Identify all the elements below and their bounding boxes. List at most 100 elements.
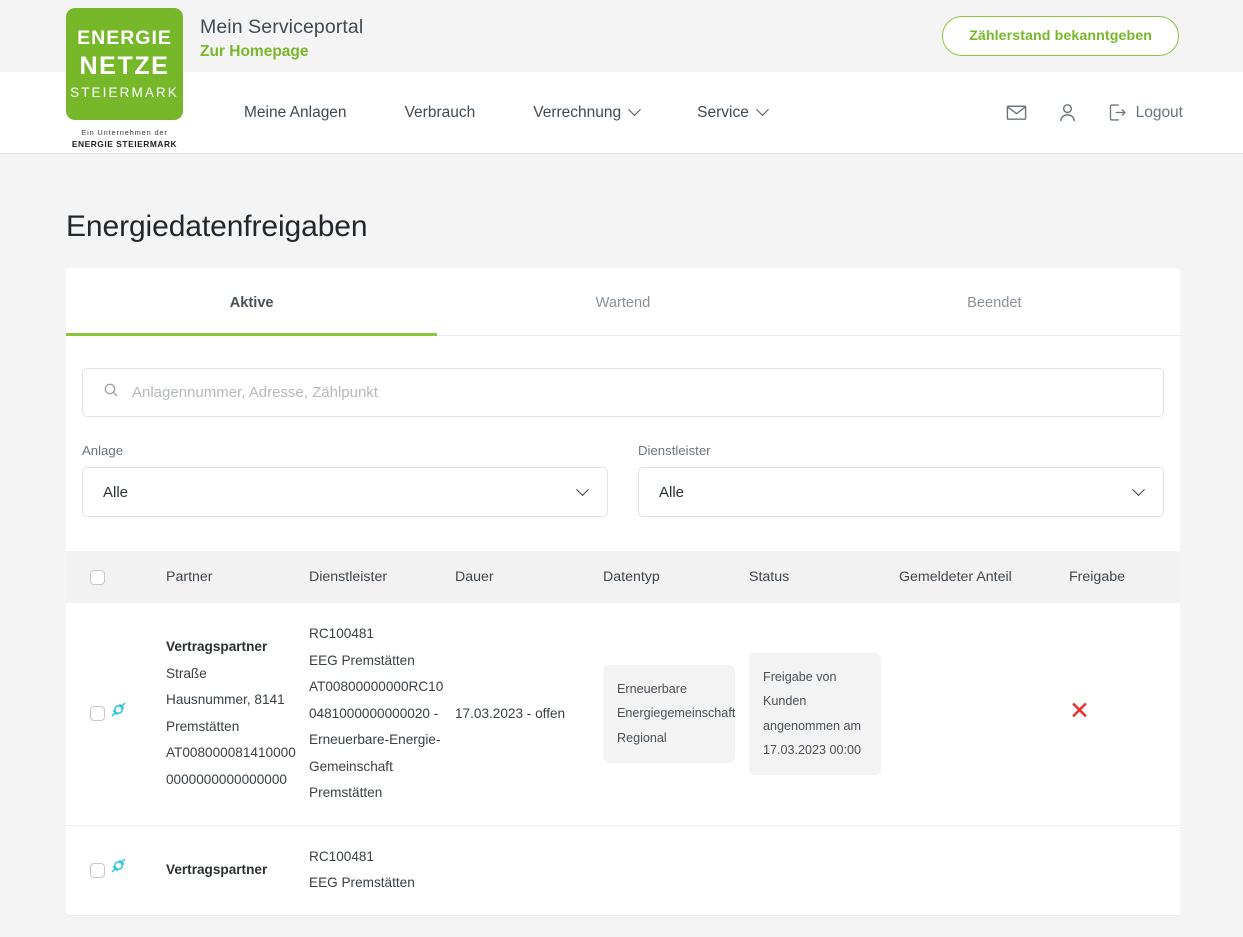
nav-item-verbrauch[interactable]: Verbrauch [376, 104, 505, 122]
main-navigation: Meine Anlagen Verbrauch Verrechnung Serv… [0, 72, 1243, 154]
cell-status: Freigabe von Kunden angenommen am 17.03.… [749, 603, 899, 826]
table-body: Vertragspartner Straße Hausnummer, 8141 … [66, 603, 1180, 916]
search-field-wrapper[interactable] [82, 368, 1164, 417]
portal-title: Mein Serviceportal [200, 16, 364, 38]
brand-text-block: Mein Serviceportal Zur Homepage [200, 16, 363, 61]
energy-data-releases-table: Partner Dienstleister Dauer Datentyp Sta… [66, 551, 1180, 916]
report-meter-reading-button[interactable]: Zählerstand bekanntgeben [942, 16, 1179, 56]
dienstleister-code: AT00800000000RC10 0481000000000020 - Ern… [309, 679, 444, 800]
partner-meterpoint: AT008000081410000 0000000000000000 [166, 745, 296, 787]
row-checkbox[interactable] [90, 862, 105, 878]
brand-logo[interactable]: ENERGIE NETZE STEIERMARK Ein Unternehmen… [66, 8, 183, 149]
filter-dienstleister-label: Dienstleister [638, 443, 711, 458]
nav-item-service[interactable]: Service [668, 103, 796, 122]
content-card: Aktive Wartend Beendet Anlagennummer, Ad… [66, 268, 1180, 916]
header-datentyp: Datentyp [603, 551, 749, 603]
cell-partner: Vertragspartner [166, 825, 309, 916]
tab-bar: Aktive Wartend Beendet [66, 268, 1180, 336]
logo-line-2: NETZE [79, 51, 170, 80]
dienstleister-name: EEG Premstätten [309, 652, 415, 668]
cell-dauer [455, 825, 603, 916]
nav-item-meine-anlagen[interactable]: Meine Anlagen [215, 104, 376, 122]
search-input[interactable] [132, 384, 1086, 401]
chevron-down-icon [1132, 482, 1145, 496]
logo-tile: ENERGIE NETZE STEIERMARK [66, 8, 183, 120]
nav-label: Verrechnung [533, 103, 622, 121]
header-partner: Partner [166, 551, 309, 603]
dienstleister-name: EEG Premstätten [309, 875, 415, 890]
cell-datentyp: Erneuerbare Energiegemeinschaft Regional [603, 603, 749, 826]
row-select-cell [66, 603, 108, 826]
filter-anlage: Anlage Alle [82, 443, 608, 517]
table-header: Partner Dienstleister Dauer Datentyp Sta… [66, 551, 1180, 603]
page-title: Energiedatenfreigaben [66, 210, 368, 243]
row-checkbox[interactable] [90, 706, 105, 722]
cell-gemeldeter-anteil [899, 825, 1069, 916]
search-icon [103, 382, 119, 403]
cell-dauer: 17.03.2023 - offen [455, 603, 603, 826]
plug-icon[interactable] [108, 855, 156, 885]
header-icon-col [108, 551, 166, 603]
filter-dienstleister-value: Alle [659, 483, 685, 501]
partner-title: Vertragspartner [166, 639, 268, 655]
cell-datentyp [603, 825, 749, 916]
select-all-checkbox[interactable] [90, 569, 105, 585]
header-select-all [66, 551, 108, 603]
filter-section: Anlage Alle Dienstleister Alle [66, 336, 1180, 551]
filter-anlage-label: Anlage [82, 443, 124, 458]
person-icon[interactable] [1056, 101, 1079, 124]
top-bar: ENERGIE NETZE STEIERMARK Ein Unternehmen… [0, 0, 1243, 149]
logo-subtitle-2: ENERGIE STEIERMARK [71, 139, 178, 149]
header-status: Status [749, 551, 899, 603]
filter-dienstleister: Dienstleister Alle [638, 443, 1164, 517]
header-dauer: Dauer [455, 551, 603, 603]
partner-address: Straße Hausnummer, 8141 Premstätten [166, 665, 285, 734]
table-header-row: Partner Dienstleister Dauer Datentyp Sta… [66, 551, 1180, 603]
page-content: Energiedatenfreigaben Aktive Wartend Bee… [0, 154, 1243, 937]
filter-anlage-value: Alle [103, 483, 129, 501]
table-row[interactable]: Vertragspartner RC100481 EEG Premstätten [66, 825, 1180, 916]
plug-icon[interactable] [108, 699, 156, 729]
table-row[interactable]: Vertragspartner Straße Hausnummer, 8141 … [66, 603, 1180, 826]
cell-gemeldeter-anteil [899, 603, 1069, 826]
dienstleister-id: RC100481 [309, 626, 374, 641]
cell-status [749, 825, 899, 916]
header-gemeldeter-anteil: Gemeldeter Anteil [899, 551, 1069, 603]
logout-label: Logout [1135, 103, 1183, 121]
nav-right-actions: Logout [1005, 101, 1183, 124]
tab-aktive[interactable]: Aktive [66, 268, 438, 336]
header-dienstleister: Dienstleister [309, 551, 455, 603]
nav-label: Service [697, 103, 749, 121]
chevron-down-icon [576, 482, 589, 496]
chevron-down-icon [755, 103, 769, 117]
nav-item-verrechnung[interactable]: Verrechnung [504, 103, 668, 122]
cell-freigabe: ✕ [1069, 603, 1180, 826]
filter-dienstleister-select[interactable]: Alle [638, 467, 1164, 517]
cell-freigabe [1069, 825, 1180, 916]
envelope-icon[interactable] [1005, 101, 1028, 124]
filter-anlage-select[interactable]: Alle [82, 467, 608, 517]
row-plug-cell [108, 603, 166, 826]
logo-line-1: ENERGIE [77, 27, 172, 49]
logout-icon [1107, 102, 1128, 123]
tab-wartend[interactable]: Wartend [437, 268, 809, 336]
tab-beendet[interactable]: Beendet [808, 268, 1180, 336]
app-root: ENERGIE NETZE STEIERMARK Ein Unternehmen… [0, 0, 1243, 937]
cell-dienstleister: RC100481 EEG Premstätten [309, 825, 455, 916]
nav-label: Meine Anlagen [244, 103, 347, 121]
partner-title: Vertragspartner [166, 861, 268, 877]
logo-line-3: STEIERMARK [70, 84, 179, 100]
datentyp-badge: Erneuerbare Energiegemeinschaft Regional [603, 664, 735, 763]
nav-label: Verbrauch [404, 103, 476, 121]
status-badge: Freigabe von Kunden angenommen am 17.03.… [749, 652, 881, 775]
filter-selects: Anlage Alle Dienstleister Alle [82, 443, 1164, 517]
homepage-link[interactable]: Zur Homepage [200, 43, 363, 61]
logo-subtitle-1: Ein Unternehmen der [81, 128, 168, 137]
cell-dienstleister: RC100481 EEG Premstätten AT00800000000RC… [309, 603, 455, 826]
cell-partner: Vertragspartner Straße Hausnummer, 8141 … [166, 603, 309, 826]
row-plug-cell [108, 825, 166, 916]
chevron-down-icon [628, 103, 642, 117]
row-select-cell [66, 825, 108, 916]
logout-button[interactable]: Logout [1107, 102, 1183, 123]
close-x-icon[interactable]: ✕ [1069, 699, 1090, 724]
